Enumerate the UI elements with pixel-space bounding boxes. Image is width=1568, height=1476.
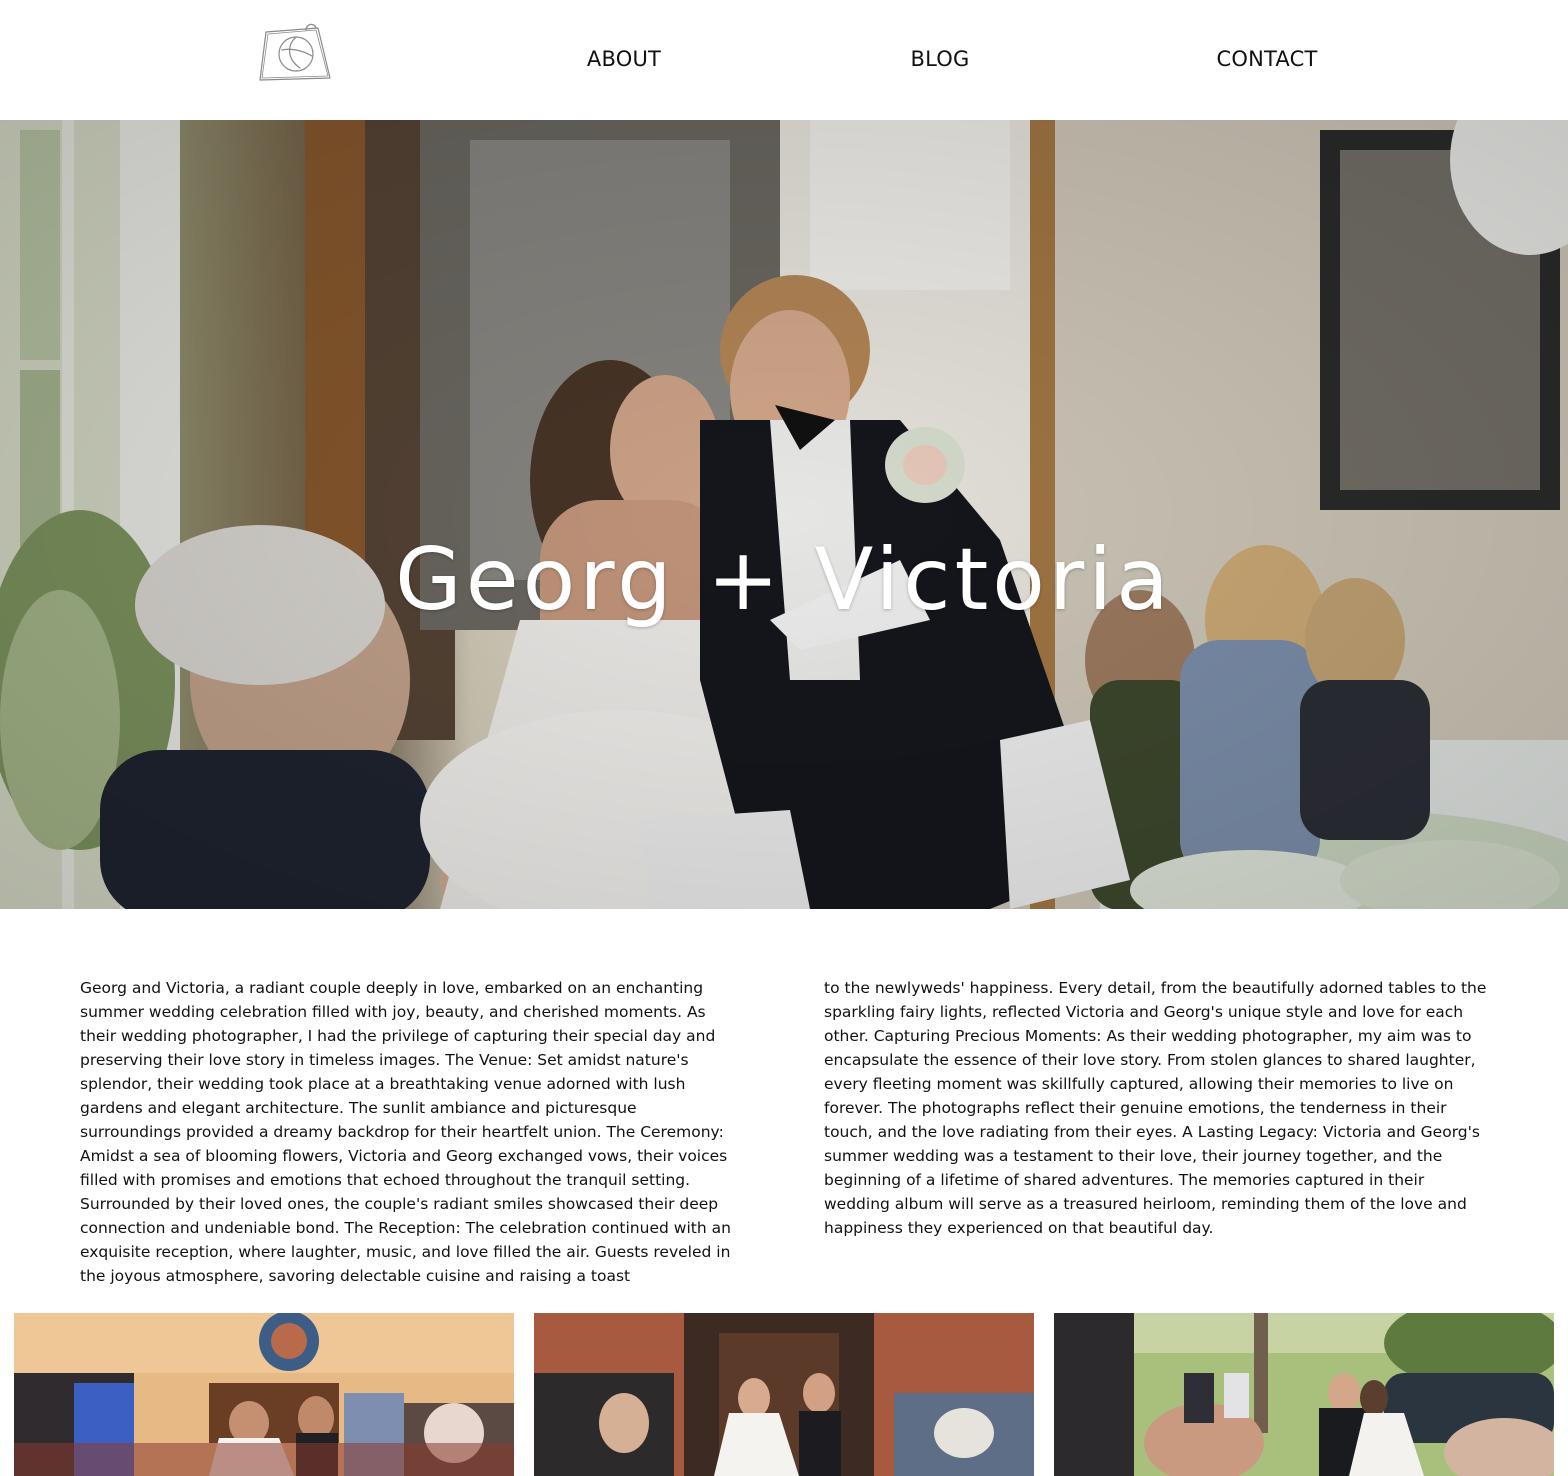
church-aisle-recessional-photo (14, 1313, 514, 1476)
blog-post-body: Georg and Victoria, a radiant couple dee… (80, 976, 1488, 1285)
gallery-photo-church-aisle[interactable] (14, 1313, 514, 1476)
site-header: ABOUT BLOG CONTACT (0, 0, 1568, 120)
nav-contact-link[interactable]: CONTACT (1217, 44, 1318, 74)
hero-banner: Georg + Victoria (0, 120, 1568, 909)
post-title: Georg + Victoria (395, 529, 1173, 630)
gallery-photo-church-exit[interactable] (534, 1313, 1034, 1476)
post-text-column-left: Georg and Victoria, a radiant couple dee… (80, 979, 731, 1285)
outdoor-kiss-with-guests-photo (1054, 1313, 1554, 1476)
brick-church-doorway-exit-photo (534, 1313, 1034, 1476)
wedding-blog-page: ABOUT BLOG CONTACT Georg + Victoria Geor… (0, 0, 1568, 1476)
nav-about-link[interactable]: ABOUT (587, 44, 661, 74)
home-logo-link[interactable] (256, 20, 336, 84)
hand-drawn-bag-logo-icon (256, 20, 336, 84)
post-text-column-right: to the newlyweds' happiness. Every detai… (824, 979, 1487, 1237)
hero-overlay (0, 120, 1568, 909)
nav-blog-link[interactable]: BLOG (911, 44, 970, 74)
gallery-photo-outdoor-kiss[interactable] (1054, 1313, 1554, 1476)
